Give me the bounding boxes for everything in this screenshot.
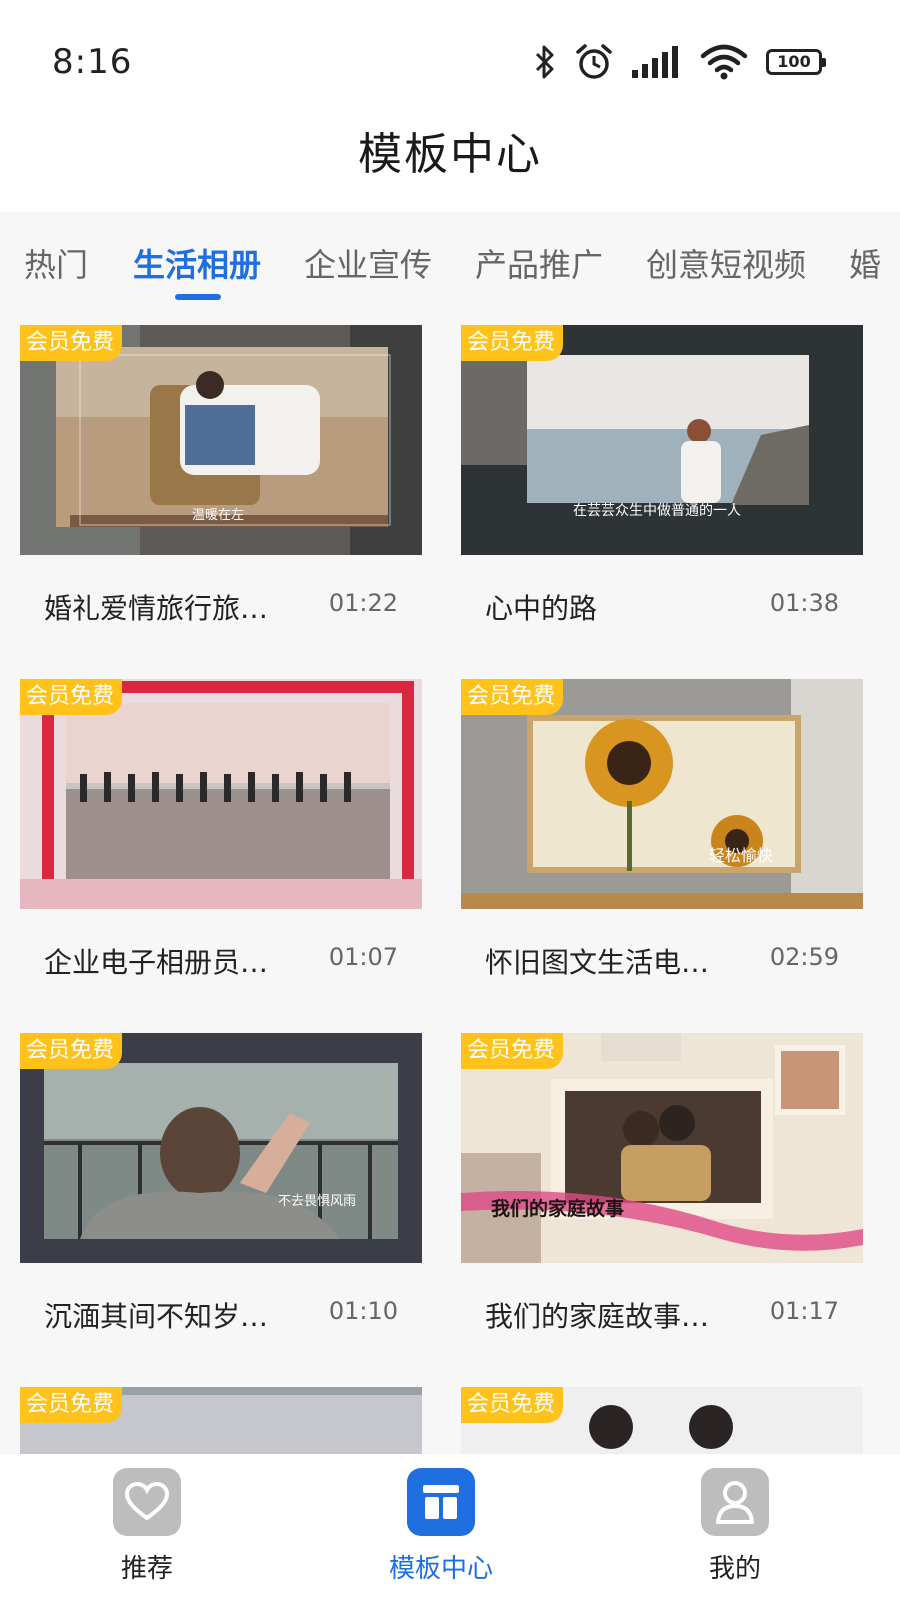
template-thumbnail[interactable]: 轻松愉快 会员免费 — [461, 679, 863, 909]
heart-icon — [113, 1468, 181, 1536]
template-card[interactable]: 会员免费 — [20, 1387, 422, 1454]
template-thumbnail[interactable]: 会员免费 — [20, 679, 422, 909]
card-overlay-text: 温暖在左 — [192, 508, 244, 523]
card-overlay-text: 轻松愉快 — [709, 846, 773, 865]
member-free-badge: 会员免费 — [461, 1387, 564, 1423]
template-thumbnail[interactable]: 会员免费 — [20, 1387, 422, 1454]
bluetooth-icon — [534, 44, 556, 80]
card-duration: 01:22 — [328, 589, 398, 617]
member-free-badge: 会员免费 — [461, 1033, 564, 1069]
template-card[interactable]: 温暖在左 会员免费 婚礼爱情旅行旅… 01:22 — [20, 325, 422, 625]
member-free-badge: 会员免费 — [20, 1387, 123, 1423]
card-title: 我们的家庭故事… — [485, 1300, 710, 1333]
card-duration: 01:17 — [769, 1297, 839, 1325]
template-icon — [407, 1468, 475, 1536]
tab-product[interactable]: 产品推广 — [475, 240, 603, 286]
member-free-badge: 会员免费 — [20, 679, 123, 715]
tab-indicator — [175, 294, 221, 300]
card-duration: 02:59 — [769, 943, 839, 971]
status-bar: 8:16 100 — [0, 0, 900, 110]
template-thumbnail[interactable]: 在芸芸众生中做普通的一人 会员免费 — [461, 325, 863, 555]
tab-life-album[interactable]: 生活相册 — [133, 240, 261, 286]
content-area: 热门 生活相册 企业宣传 产品推广 创意短视频 婚 温暖在左 会员免费 婚礼爱情… — [0, 212, 900, 1454]
nav-item-recommend[interactable]: 推荐 — [67, 1468, 227, 1585]
member-free-badge: 会员免费 — [461, 679, 564, 715]
member-free-badge: 会员免费 — [461, 325, 564, 361]
signal-icon — [632, 46, 682, 78]
card-duration: 01:10 — [328, 1297, 398, 1325]
template-thumbnail[interactable]: 会员免费 — [461, 1387, 863, 1454]
card-title: 沉湎其间不知岁… — [44, 1300, 269, 1333]
member-free-badge: 会员免费 — [20, 325, 123, 361]
template-card[interactable]: 会员免费 企业电子相册员… 01:07 — [20, 679, 422, 979]
card-overlay-text: 我们的家庭故事 — [491, 1197, 624, 1220]
card-title: 心中的路 — [485, 592, 598, 625]
card-overlay-text: 在芸芸众生中做普通的一人 — [573, 503, 741, 519]
status-icons: 100 — [534, 40, 826, 84]
alarm-icon — [574, 42, 614, 82]
template-card[interactable]: 我们的家庭故事 会员免费 我们的家庭故事… 01:17 — [461, 1033, 863, 1333]
template-thumbnail[interactable]: 不去畏惧风雨 会员免费 — [20, 1033, 422, 1263]
template-card[interactable]: 会员免费 — [461, 1387, 863, 1454]
nav-label: 模板中心 — [388, 1554, 493, 1584]
template-card[interactable]: 在芸芸众生中做普通的一人 会员免费 心中的路 01:38 — [461, 325, 863, 625]
tab-corporate[interactable]: 企业宣传 — [304, 240, 432, 286]
battery-icon: 100 — [766, 49, 826, 75]
template-card[interactable]: 轻松愉快 会员免费 怀旧图文生活电… 02:59 — [461, 679, 863, 979]
status-time: 8:16 — [52, 42, 133, 82]
template-thumbnail[interactable]: 温暖在左 会员免费 — [20, 325, 422, 555]
nav-item-profile[interactable]: 我的 — [655, 1468, 815, 1585]
tab-wedding[interactable]: 婚 — [849, 240, 881, 286]
bottom-nav: 推荐 模板中心 我的 — [0, 1454, 900, 1600]
card-duration: 01:07 — [328, 943, 398, 971]
card-duration: 01:38 — [769, 589, 839, 617]
category-tabs: 热门 生活相册 企业宣传 产品推广 创意短视频 婚 — [0, 212, 900, 312]
card-title: 怀旧图文生活电… — [485, 946, 710, 979]
template-card[interactable]: 不去畏惧风雨 会员免费 沉湎其间不知岁… 01:10 — [20, 1033, 422, 1333]
card-title: 婚礼爱情旅行旅… — [44, 592, 269, 625]
template-thumbnail[interactable]: 我们的家庭故事 会员免费 — [461, 1033, 863, 1263]
tab-short-video[interactable]: 创意短视频 — [646, 240, 806, 286]
user-icon — [701, 1468, 769, 1536]
member-free-badge: 会员免费 — [20, 1033, 123, 1069]
card-title: 企业电子相册员… — [44, 946, 269, 979]
page-title: 模板中心 — [358, 129, 542, 180]
wifi-icon — [700, 44, 748, 80]
card-overlay-text: 不去畏惧风雨 — [278, 1193, 356, 1209]
nav-label: 推荐 — [120, 1554, 173, 1584]
tab-hot[interactable]: 热门 — [24, 240, 88, 286]
nav-label: 我的 — [708, 1554, 761, 1584]
nav-item-templates[interactable]: 模板中心 — [361, 1468, 521, 1585]
